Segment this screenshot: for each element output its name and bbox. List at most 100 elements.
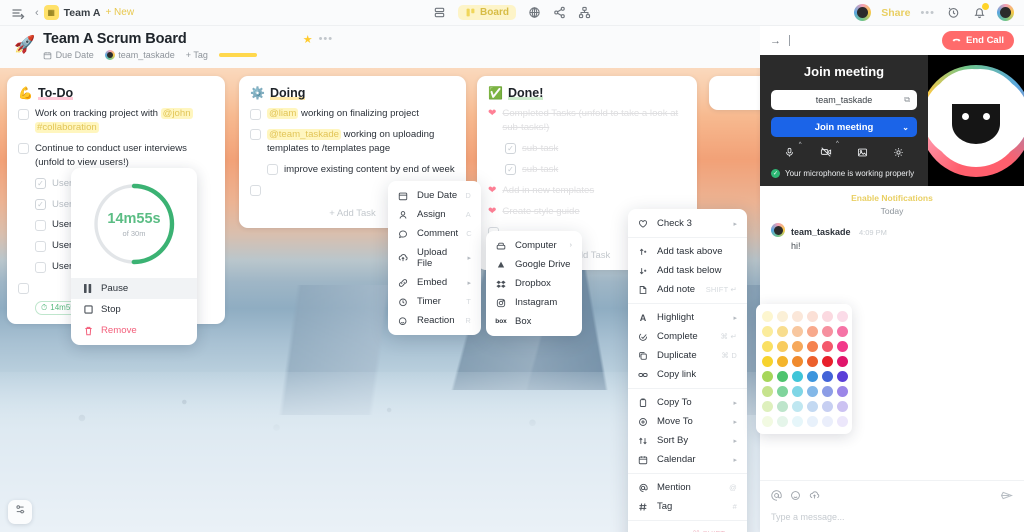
mention-tag[interactable]: @liam [267,108,299,119]
menu-item-calendar[interactable]: Calendar ▸ [628,450,747,469]
star-icon[interactable]: ★ [303,33,313,46]
color-swatch[interactable] [777,416,788,427]
color-swatch[interactable] [762,356,773,367]
color-swatch[interactable] [777,401,788,412]
task-checkbox[interactable] [35,240,46,252]
menu-item-copy-to[interactable]: Copy To ▸ [628,393,747,412]
color-swatch[interactable] [837,311,848,322]
hashtag-tag[interactable]: #collaboration [35,121,99,133]
task-row[interactable]: ❤ Add in new templates [488,184,686,198]
timer-stop-button[interactable]: Stop [71,299,197,320]
heart-icon[interactable]: ❤ [488,206,496,217]
color-swatch[interactable] [822,341,833,352]
task-row[interactable]: Continue to conduct user interviews (unf… [18,142,214,170]
enable-notifications-button[interactable]: Enable Notifications [760,186,1024,206]
screen-share-icon[interactable] [857,147,868,161]
chat-message-author[interactable]: team_taskade [791,227,851,237]
menu-item-assign[interactable]: Assign A [388,205,481,224]
color-swatch[interactable] [837,401,848,412]
color-swatch[interactable] [837,416,848,427]
color-swatch[interactable] [792,386,803,397]
document-more-icon[interactable]: ••• [319,33,334,45]
task-row[interactable]: @liam working on finalizing project [250,107,455,121]
menu-item-reaction[interactable]: Reaction R [388,311,481,330]
history-clock-icon[interactable] [945,5,961,21]
color-swatch[interactable] [822,416,833,427]
chevron-up-icon[interactable]: ^ [799,142,802,148]
bell-icon[interactable] [971,2,989,21]
menu-item-computer[interactable]: Computer › [486,236,582,255]
document-emoji-icon[interactable]: 🚀 [14,31,35,53]
menu-item-instagram[interactable]: Instagram [486,293,582,312]
menu-item-dropbox[interactable]: Dropbox [486,274,582,293]
color-swatch[interactable] [822,371,833,382]
color-swatch[interactable] [807,386,818,397]
due-date-chip[interactable]: Due Date [43,50,94,60]
chevron-up-icon[interactable]: ^ [836,141,839,147]
timer-remove-button[interactable]: Remove [71,320,197,341]
menu-item-embed[interactable]: Embed ▸ [388,273,481,292]
breadcrumb-workspace-label[interactable]: Team A [64,7,101,19]
heart-icon[interactable]: ❤ [488,185,496,196]
menu-item-box[interactable]: box Box [486,312,582,331]
color-swatch[interactable] [792,326,803,337]
task-checkbox[interactable] [267,164,278,176]
column-title-doing[interactable]: Doing [270,86,305,100]
color-swatch[interactable] [792,416,803,427]
mic-icon[interactable]: ^ [784,142,802,161]
task-row[interactable]: improve existing content by end of week [267,163,455,177]
color-swatch[interactable] [762,416,773,427]
color-swatch[interactable] [807,341,818,352]
color-swatch[interactable] [837,326,848,337]
menu-item-mention[interactable]: Mention @ [628,478,747,497]
avatar-current-user[interactable] [997,4,1014,21]
add-tag-button[interactable]: + Tag [186,50,208,60]
copy-icon[interactable]: ⧉ [904,95,910,105]
color-swatch-grid[interactable] [762,311,848,427]
sidebar-toggle-icon[interactable] [10,5,26,21]
color-swatch[interactable] [822,326,833,337]
page-title[interactable]: Team A Scrum Board [43,31,187,47]
end-call-button[interactable]: End Call [941,31,1014,50]
color-swatch[interactable] [807,416,818,427]
color-swatch[interactable] [837,371,848,382]
color-swatch[interactable] [837,341,848,352]
globe-icon[interactable] [528,5,541,21]
at-icon[interactable] [771,490,782,504]
color-swatch[interactable] [762,311,773,322]
color-swatch[interactable] [837,386,848,397]
color-swatch[interactable] [807,356,818,367]
task-row[interactable]: sub-task [505,163,686,177]
color-swatch[interactable] [807,401,818,412]
video-tile[interactable] [928,55,1024,186]
color-swatch[interactable] [777,386,788,397]
share-button[interactable]: Share [881,7,910,19]
color-swatch[interactable] [777,371,788,382]
org-chart-icon[interactable] [578,5,591,21]
heart-icon[interactable]: ❤ [488,108,496,119]
board-view-tab[interactable]: Board [458,5,516,20]
breadcrumb[interactable]: ‹ ▦ Team A + New [35,5,134,20]
menu-item-upload-file[interactable]: Upload File ▸ [388,243,481,273]
upload-cloud-icon[interactable] [809,490,820,504]
menu-item-move-to[interactable]: Move To ▸ [628,412,747,431]
task-checkbox[interactable] [18,282,29,294]
menu-item-duplicate[interactable]: Duplicate ⌘ D [628,346,747,365]
menu-item-highlight[interactable]: A Highlight ▸ [628,308,747,327]
task-checkbox[interactable] [250,108,261,120]
color-swatch[interactable] [762,386,773,397]
settings-sliders-button[interactable] [8,500,32,524]
color-swatch[interactable] [792,356,803,367]
color-swatch[interactable] [822,386,833,397]
color-swatch[interactable] [837,356,848,367]
task-row[interactable]: @team_taskade working on uploading templ… [250,128,455,156]
emoji-icon[interactable] [790,490,801,504]
menu-item-google-drive[interactable]: Google Drive [486,255,582,274]
menu-item-sort-by[interactable]: Sort By ▸ [628,431,747,450]
task-row[interactable]: sub-task [505,142,686,156]
task-checkbox[interactable] [18,108,29,120]
color-swatch[interactable] [807,326,818,337]
color-swatch[interactable] [762,341,773,352]
color-swatch[interactable] [792,311,803,322]
new-item-button[interactable]: + New [105,7,134,18]
